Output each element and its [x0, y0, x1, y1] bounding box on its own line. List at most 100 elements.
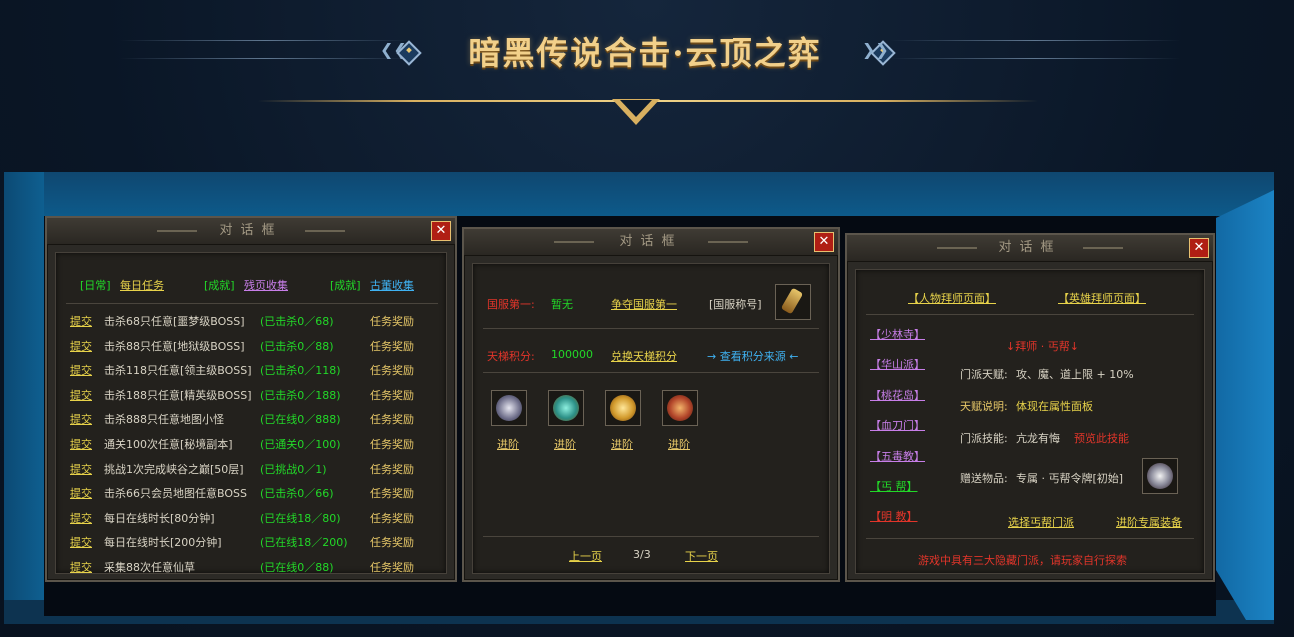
sect-link[interactable]: 【丐 帮】 — [870, 478, 918, 494]
page-title: 暗黑传说合击·云顶之弈 — [468, 34, 822, 72]
task-name: 击杀68只任意[噩梦级BOSS] — [104, 315, 245, 328]
title-scroll-icon[interactable] — [775, 284, 811, 320]
task-name: 击杀888只任意地图小怪 — [104, 413, 224, 427]
sect-link[interactable]: 【桃花岛】 — [870, 387, 925, 403]
skill-preview-link[interactable]: 预览此技能 — [1074, 430, 1129, 446]
next-page-link[interactable]: 下一页 — [685, 548, 718, 564]
server-title-label: [国服称号] — [709, 298, 762, 311]
submit-link[interactable]: 提交 — [70, 485, 92, 501]
ladder-points-label: 天梯积分: — [487, 350, 535, 363]
talent-desc-label: 天赋说明: — [960, 400, 1008, 413]
submit-link[interactable]: 提交 — [70, 362, 92, 378]
sect-link[interactable]: 【少林寺】 — [870, 326, 925, 342]
tab-antique-collect[interactable]: 古董收集 — [370, 277, 414, 293]
talent-label: 门派天赋: — [960, 368, 1008, 381]
hero-master-link[interactable]: 【英雄拜师页面】 — [1058, 290, 1146, 306]
skill-value: 亢龙有悔 — [1016, 432, 1060, 445]
task-reward[interactable]: 任务奖励 — [370, 461, 414, 477]
task-reward[interactable]: 任务奖励 — [370, 534, 414, 550]
hidden-sect-hint: 游戏中具有三大隐藏门派，请玩家自行探索 — [918, 554, 1127, 567]
submit-link[interactable]: 提交 — [70, 510, 92, 526]
exchange-points-link[interactable]: 兑换天梯积分 — [611, 348, 677, 364]
advance-link[interactable]: 进阶 — [554, 436, 576, 452]
task-reward[interactable]: 任务奖励 — [370, 387, 414, 403]
divider — [66, 303, 438, 304]
frame-top — [4, 172, 1274, 216]
contest-first-link[interactable]: 争夺国服第一 — [611, 296, 677, 312]
gift-label: 赠送物品: — [960, 472, 1008, 485]
talent-value: 攻、魔、道上限 + 10% — [1016, 368, 1134, 381]
divider — [866, 538, 1194, 539]
task-reward[interactable]: 任务奖励 — [370, 510, 414, 526]
task-row: 提交 挑战1次完成峡谷之巅[50层] (已挑战0／1) 任务奖励 — [56, 461, 446, 481]
submit-link[interactable]: 提交 — [70, 313, 92, 329]
frame-left — [4, 172, 44, 612]
gift-value: 专属 · 丐帮令牌[初始] — [1016, 472, 1124, 485]
points-source-link[interactable]: → 查看积分来源 ← — [707, 348, 798, 364]
advance-link[interactable]: 进阶 — [668, 436, 690, 452]
dialog-title: 对话框 — [47, 218, 455, 245]
submit-link[interactable]: 提交 — [70, 461, 92, 477]
divider — [483, 372, 819, 373]
sect-link[interactable]: 【五毒教】 — [870, 448, 925, 464]
task-reward[interactable]: 任务奖励 — [370, 559, 414, 573]
submit-link[interactable]: 提交 — [70, 559, 92, 573]
task-row: 提交 击杀88只任意[地狱级BOSS] (已击杀0／88) 任务奖励 — [56, 338, 446, 358]
task-name: 采集88次任意仙草 — [104, 561, 195, 574]
sect-link[interactable]: 【明 教】 — [870, 508, 918, 524]
task-name: 击杀118只任意[领主级BOSS] — [104, 364, 252, 378]
tab-daily-task[interactable]: 每日任务 — [120, 277, 164, 293]
task-reward[interactable]: 任务奖励 — [370, 436, 414, 452]
task-row: 提交 击杀68只任意[噩梦级BOSS] (已击杀0／68) 任务奖励 — [56, 313, 446, 333]
medal-teal-icon[interactable] — [548, 390, 584, 426]
task-row: 提交 击杀66只会员地图任意BOSS (已击杀0／66) 任务奖励 — [56, 485, 446, 505]
task-progress: (已在线0／888) — [260, 413, 341, 427]
task-progress: (已在线18／200) — [260, 536, 348, 550]
task-reward[interactable]: 任务奖励 — [370, 313, 414, 329]
sect-link[interactable]: 【华山派】 — [870, 356, 925, 372]
divider — [483, 328, 819, 329]
task-progress: (已在线0／88) — [260, 561, 334, 574]
task-name: 击杀188只任意[精英级BOSS] — [104, 388, 252, 402]
tab-prefix: [成就] — [204, 279, 235, 292]
beggar-token-icon[interactable] — [1142, 458, 1178, 494]
task-progress: (已击杀0／118) — [260, 364, 341, 378]
submit-link[interactable]: 提交 — [70, 411, 92, 427]
page-indicator: 3/3 — [633, 548, 651, 561]
advance-link[interactable]: 进阶 — [611, 436, 633, 452]
choose-sect-link[interactable]: 选择丐帮门派 — [1008, 514, 1074, 530]
close-button[interactable]: ✕ — [814, 232, 834, 252]
task-row: 提交 通关100次任意[秘境副本] (已通关0／100) 任务奖励 — [56, 436, 446, 456]
advance-link[interactable]: 进阶 — [497, 436, 519, 452]
task-row: 提交 采集88次任意仙草 (已在线0／88) 任务奖励 — [56, 559, 446, 574]
task-reward[interactable]: 任务奖励 — [370, 338, 414, 354]
dialog-title: 对话框 — [847, 235, 1213, 262]
task-name: 击杀66只会员地图任意BOSS — [104, 487, 247, 501]
task-progress: (已挑战0／1) — [260, 462, 327, 476]
task-reward[interactable]: 任务奖励 — [370, 485, 414, 501]
tab-prefix: [日常] — [80, 279, 111, 292]
character-master-link[interactable]: 【人物拜师页面】 — [908, 290, 996, 306]
submit-link[interactable]: 提交 — [70, 534, 92, 550]
submit-link[interactable]: 提交 — [70, 338, 92, 354]
prev-page-link[interactable]: 上一页 — [569, 548, 602, 564]
task-progress: (已击杀0／88) — [260, 339, 334, 353]
medal-red-icon[interactable] — [662, 390, 698, 426]
task-progress: (已在线18／80) — [260, 511, 341, 525]
task-row: 提交 击杀888只任意地图小怪 (已在线0／888) 任务奖励 — [56, 411, 446, 431]
close-button[interactable]: ✕ — [1189, 238, 1209, 258]
dialog-body: [日常] 每日任务 [成就] 残页收集 [成就] 古董收集 提交 击杀68只任意[… — [55, 252, 447, 574]
submit-link[interactable]: 提交 — [70, 387, 92, 403]
medal-gold-icon[interactable] — [605, 390, 641, 426]
close-button[interactable]: ✕ — [431, 221, 451, 241]
task-name: 击杀88只任意[地狱级BOSS] — [104, 339, 245, 353]
submit-link[interactable]: 提交 — [70, 436, 92, 452]
sect-link[interactable]: 【血刀门】 — [870, 417, 925, 433]
advance-equip-link[interactable]: 进阶专属装备 — [1116, 514, 1182, 530]
task-progress: (已击杀0／66) — [260, 487, 334, 501]
medal-silver-icon[interactable] — [491, 390, 527, 426]
header-banner: ❮❮ 暗黑传说合击·云顶之弈 ❯❯ — [0, 0, 1294, 140]
task-reward[interactable]: 任务奖励 — [370, 362, 414, 378]
task-reward[interactable]: 任务奖励 — [370, 411, 414, 427]
tab-page-collect[interactable]: 残页收集 — [244, 277, 288, 293]
